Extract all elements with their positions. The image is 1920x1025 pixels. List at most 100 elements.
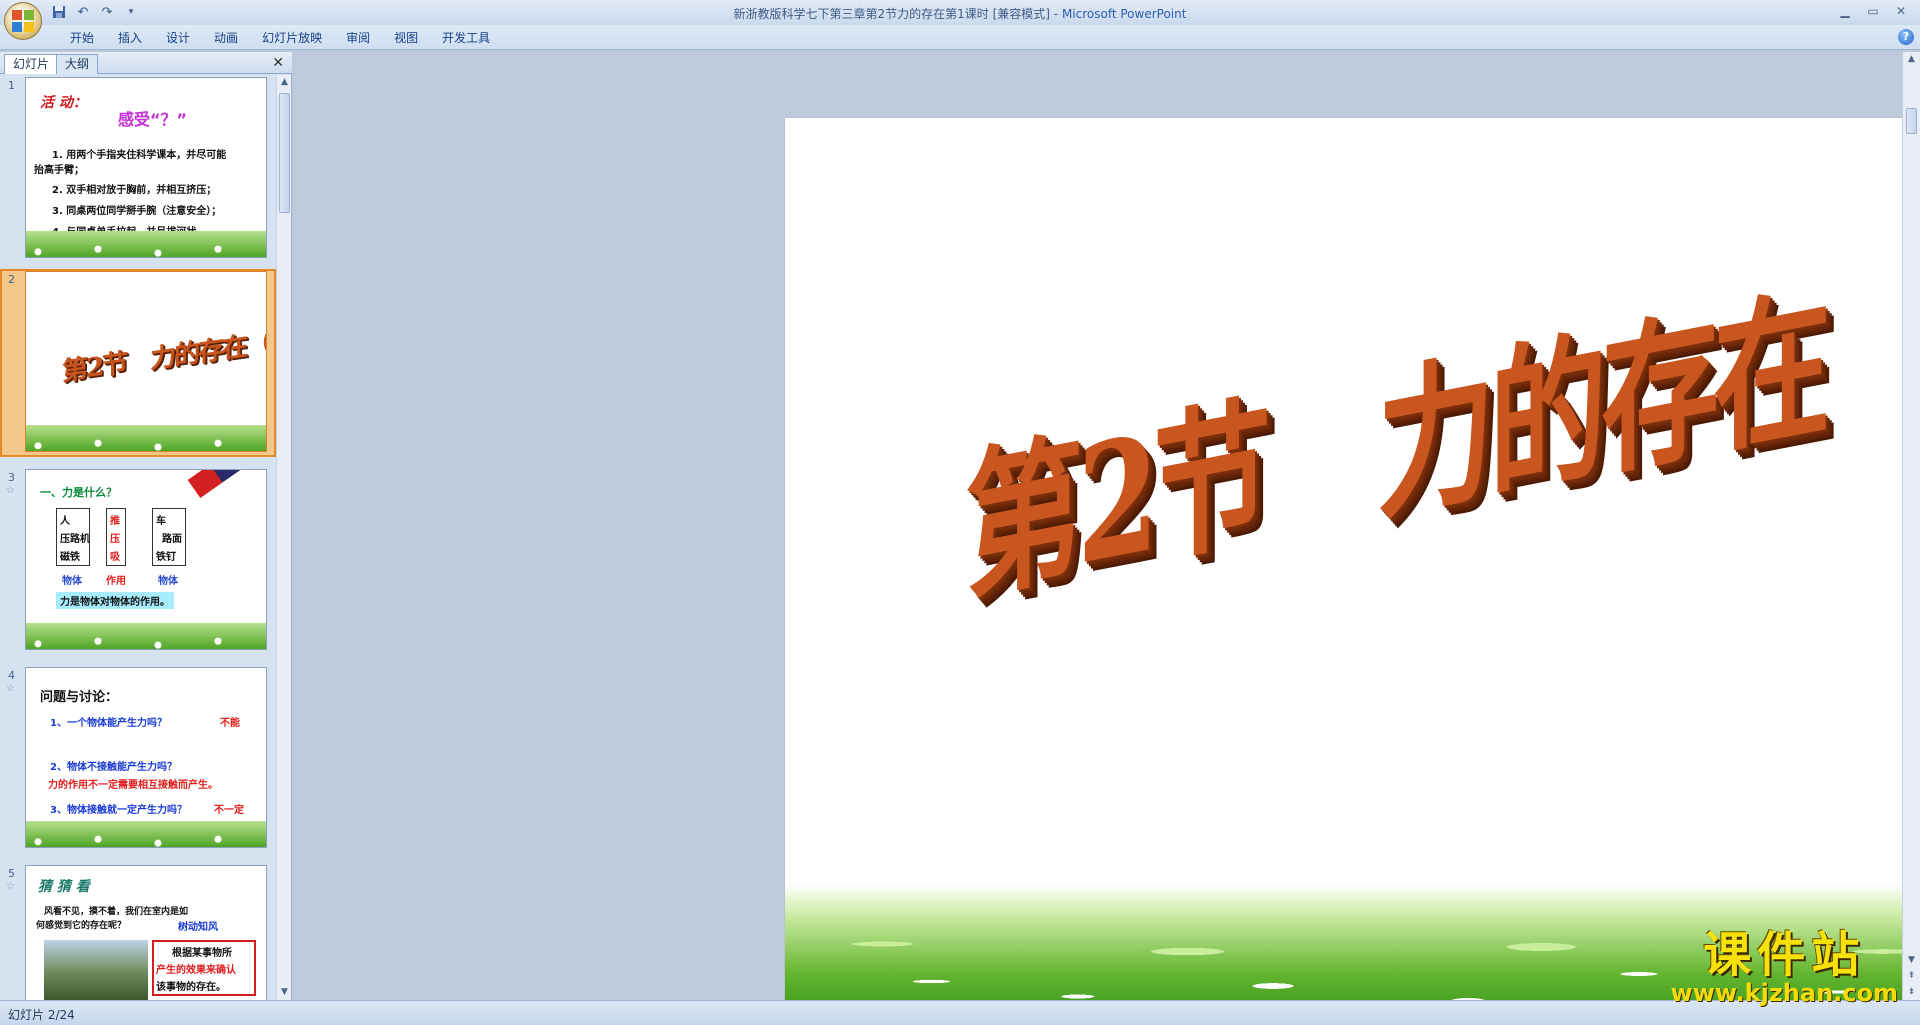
- window-title: 新浙教版科学七下第三章第2节力的存在第1课时 [兼容模式] - Microsof…: [0, 5, 1920, 22]
- close-icon[interactable]: ✕: [272, 55, 284, 71]
- slide-number: 4: [8, 669, 15, 682]
- slide-preview: 活 动： 感受“？” 1. 用两个手指夹住科学课本，并尽可能 抬高手臂； 2. …: [25, 77, 267, 258]
- app-name: Microsoft PowerPoint: [1061, 7, 1187, 21]
- grass-decoration: [26, 425, 266, 451]
- slide-counter: 幻灯片 2/24: [8, 1008, 75, 1022]
- slide-editor: 第2节 力的存在（1）: [294, 52, 1920, 1025]
- status-bar: 幻灯片 2/24: [0, 1000, 1920, 1025]
- watermark-url: www.kjzhan.com: [1670, 979, 1898, 1007]
- grass-decoration: [26, 231, 266, 257]
- animation-star-icon: ☆: [6, 683, 15, 694]
- tab-home[interactable]: 开始: [58, 29, 106, 47]
- thumb-text: 1. 用两个手指夹住科学课本，并尽可能: [52, 150, 227, 161]
- help-icon[interactable]: ?: [1898, 29, 1914, 45]
- thumb-text: 该事物的存在。: [156, 982, 226, 993]
- slides-panel: 幻灯片 大纲 ✕ 1 活 动： 感受“？” 1. 用两个手指夹住科学课本，并尽可…: [0, 52, 292, 1000]
- animation-star-icon: ☆: [6, 485, 15, 496]
- slide-title[interactable]: 第2节 力的存在（1）: [965, 210, 1920, 623]
- slide-number: 3: [8, 471, 15, 484]
- grass-decoration: [26, 821, 266, 847]
- thumb-text: 问题与讨论：: [40, 690, 119, 705]
- watermark-logo: 课件站 www.kjzhan.com: [1671, 915, 1898, 1007]
- window-controls: ▁ ▭ ✕: [1832, 2, 1914, 20]
- office-logo-icon: [12, 10, 34, 32]
- slide-preview: 猜 猜 看 风看不见，摸不着，我们在室内是如 何感觉到它的存在呢？ 树动知风 根…: [25, 865, 267, 1000]
- thumb-text: 2. 双手相对放于胸前，并相互挤压；: [52, 185, 217, 196]
- slide-thumbnail-3[interactable]: 3 ☆ 一、力是什么？ 人 压路机 磁铁 推 压 吸 车 路面 铁钉 物体 作用…: [0, 467, 276, 655]
- thumb-text: 3、物体接触就一定产生力吗？: [50, 805, 187, 816]
- tab-outline[interactable]: 大纲: [56, 54, 99, 74]
- thumb-text: 物体: [62, 576, 82, 587]
- thumb-title: 第2节 力的存在（1）: [62, 322, 267, 388]
- slide-thumbnail-2[interactable]: 2 第2节 力的存在（1）: [0, 269, 276, 457]
- thumb-text: 推: [110, 516, 120, 527]
- scroll-up-icon[interactable]: ▲: [277, 75, 292, 90]
- scroll-down-icon[interactable]: ▼: [1904, 953, 1919, 968]
- scroll-thumb[interactable]: [279, 93, 290, 213]
- thumb-text: 一、力是什么？: [40, 486, 117, 499]
- tab-slides[interactable]: 幻灯片: [4, 54, 59, 74]
- thumb-text: 不能: [220, 718, 240, 729]
- previous-slide-icon[interactable]: ⇞: [1904, 969, 1919, 984]
- thumb-text: 产生的效果来确认: [156, 965, 236, 976]
- thumb-text: 铁钉: [156, 552, 176, 563]
- thumb-text: 压: [110, 534, 120, 545]
- thumb-text: 感受“？”: [118, 110, 188, 129]
- grass-decoration: [26, 623, 266, 649]
- thumb-text: 1、一个物体能产生力吗？: [50, 718, 167, 729]
- minimize-icon[interactable]: ▁: [1832, 2, 1858, 20]
- tab-design[interactable]: 设计: [154, 29, 202, 47]
- magnet-icon: [187, 470, 245, 499]
- tab-insert[interactable]: 插入: [106, 29, 154, 47]
- tab-review[interactable]: 审阅: [334, 29, 382, 47]
- slide-preview: 一、力是什么？ 人 压路机 磁铁 推 压 吸 车 路面 铁钉 物体 作用 物体 …: [25, 469, 267, 650]
- ribbon-tabs: 开始 插入 设计 动画 幻灯片放映 审阅 视图 开发工具: [58, 29, 502, 47]
- current-slide[interactable]: 第2节 力的存在（1）: [785, 118, 1920, 1025]
- tab-developer[interactable]: 开发工具: [430, 29, 502, 47]
- office-button[interactable]: [4, 2, 42, 40]
- next-slide-icon[interactable]: ⇟: [1904, 985, 1919, 1000]
- thumb-text: 树动知风: [178, 922, 218, 933]
- slide-thumbnails: 1 活 动： 感受“？” 1. 用两个手指夹住科学课本，并尽可能 抬高手臂； 2…: [0, 75, 276, 1000]
- thumb-text: 物体: [158, 576, 178, 587]
- animation-star-icon: ☆: [6, 881, 15, 892]
- title-bar: ↶ ↷ ▾ 新浙教版科学七下第三章第2节力的存在第1课时 [兼容模式] - Mi…: [0, 0, 1920, 25]
- thumb-text: 风看不见，摸不着，我们在室内是如: [44, 907, 189, 917]
- thumb-text: 3. 同桌两位同学掰手腕（注意安全）；: [52, 206, 222, 217]
- slide-thumbnail-1[interactable]: 1 活 动： 感受“？” 1. 用两个手指夹住科学课本，并尽可能 抬高手臂； 2…: [0, 75, 276, 263]
- thumb-text: 根据某事物所: [172, 948, 232, 959]
- ribbon: 开始 插入 设计 动画 幻灯片放映 审阅 视图 开发工具 ?: [0, 25, 1920, 50]
- thumb-text: 路面: [162, 534, 182, 545]
- scroll-down-icon[interactable]: ▼: [277, 985, 292, 1000]
- thumb-text: 抬高手臂；: [34, 165, 84, 176]
- editor-scrollbar[interactable]: ▲ ▼ ⇞ ⇟: [1902, 52, 1920, 1000]
- thumb-text: 压路机: [60, 534, 90, 545]
- watermark-text: 课件站: [1703, 927, 1866, 983]
- thumb-text: 吸: [110, 552, 120, 563]
- thumb-text: 力的作用不一定需要相互接触而产生。: [48, 780, 218, 791]
- tab-animations[interactable]: 动画: [202, 29, 250, 47]
- slide-number: 2: [8, 273, 15, 286]
- tab-view[interactable]: 视图: [382, 29, 430, 47]
- thumb-text: 磁铁: [60, 552, 80, 563]
- slide-number: 1: [8, 79, 15, 92]
- scroll-up-icon[interactable]: ▲: [1904, 52, 1919, 67]
- thumbnail-scrollbar[interactable]: ▲ ▼: [276, 75, 291, 1000]
- thumb-text: 车: [156, 516, 166, 527]
- thumb-text: 猜 猜 看: [38, 879, 90, 895]
- landscape-image: [44, 940, 148, 1000]
- slide-preview: 问题与讨论： 1、一个物体能产生力吗？ 不能 2、物体不接触能产生力吗？ 力的作…: [25, 667, 267, 848]
- slide-number: 5: [8, 867, 15, 880]
- thumb-text: 力是物体对物体的作用。: [56, 592, 174, 609]
- close-icon[interactable]: ✕: [1888, 2, 1914, 20]
- thumb-text: 2、物体不接触能产生力吗？: [50, 762, 177, 773]
- slide-preview: 第2节 力的存在（1）: [25, 271, 267, 452]
- slide-thumbnail-4[interactable]: 4 ☆ 问题与讨论： 1、一个物体能产生力吗？ 不能 2、物体不接触能产生力吗？…: [0, 665, 276, 853]
- maximize-icon[interactable]: ▭: [1860, 2, 1886, 20]
- scroll-thumb[interactable]: [1906, 108, 1917, 134]
- tab-slideshow[interactable]: 幻灯片放映: [250, 29, 334, 47]
- thumb-text: 作用: [106, 576, 126, 587]
- slide-thumbnail-5[interactable]: 5 ☆ 猜 猜 看 风看不见，摸不着，我们在室内是如 何感觉到它的存在呢？ 树动…: [0, 863, 276, 1000]
- thumb-text: 不一定: [214, 805, 244, 816]
- panel-tabs: 幻灯片 大纲 ✕: [0, 52, 292, 74]
